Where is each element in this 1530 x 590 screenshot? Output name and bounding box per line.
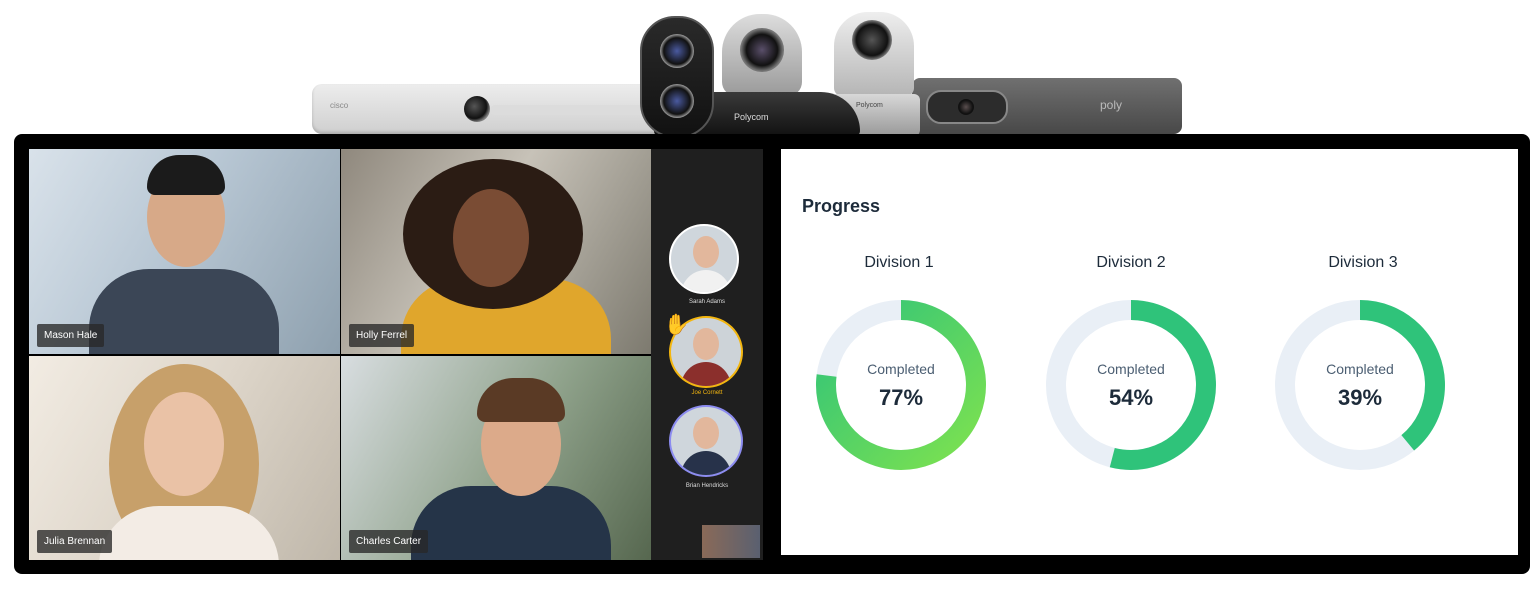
soundbar-camera-left: cisco (312, 84, 672, 134)
division-title: Division 1 (864, 254, 934, 271)
soundbar-camera-right: poly (912, 78, 1182, 134)
video-tile[interactable]: Holly Ferrel (341, 149, 651, 354)
participant-body (411, 486, 611, 560)
poly-logo: poly (1100, 98, 1123, 112)
completed-label: Completed (1326, 361, 1394, 377)
participant-name-tag: Holly Ferrel (349, 324, 415, 347)
video-tile[interactable]: Charles Carter (341, 356, 651, 560)
participant-name: Sarah Adams (688, 299, 726, 305)
camera-arm (490, 105, 660, 115)
participant-face (453, 189, 529, 287)
participant-avatar[interactable] (669, 224, 739, 294)
participant-name: Brian Hendricks (685, 483, 729, 489)
polycom-logo: Polycom (734, 112, 769, 122)
percent-value: 77% (878, 385, 924, 410)
completed-label: Completed (1097, 361, 1165, 377)
camera-lens (852, 20, 892, 60)
participant-name-tag: Mason Hale (37, 324, 105, 347)
cisco-logo: cisco (330, 101, 349, 110)
self-view-thumbnail[interactable] (702, 525, 760, 558)
raised-hand-icon: ✋ (664, 314, 689, 336)
participant-name-tag: Julia Brennan (37, 530, 113, 553)
division-title: Division 3 (1328, 254, 1398, 271)
video-tile[interactable]: Mason Hale (29, 149, 340, 354)
camera-lens (740, 28, 784, 72)
avatar-face (693, 328, 719, 360)
camera-lens (926, 90, 1008, 124)
ptz-camera-1 (722, 14, 802, 96)
completed-label: Completed (867, 361, 935, 377)
avatar-body (681, 362, 731, 386)
avatar-body (681, 451, 731, 475)
division-title: Division 2 (1096, 254, 1166, 271)
ptz-camera-2 (834, 12, 914, 96)
progress-title: Progress (802, 196, 881, 216)
camera-lens (660, 84, 694, 118)
dual-lens-camera (640, 16, 714, 138)
camera-lens (464, 96, 490, 122)
participant-hair (147, 155, 225, 195)
participant-sidebar: Sarah Adams Joe Cornett Brian Hendricks (651, 149, 763, 560)
participant-name-tag: Charles Carter (349, 530, 429, 553)
participant-hair (477, 378, 565, 422)
video-tile[interactable]: Julia Brennan (29, 356, 340, 560)
percent-value: 39% (1337, 385, 1383, 410)
avatar-face (693, 236, 719, 268)
participant-name: Joe Cornett (691, 390, 723, 396)
participant-face (144, 392, 224, 496)
avatar-body (681, 270, 731, 292)
polycom-logo: Polycom (856, 102, 883, 109)
camera-lens (660, 34, 694, 68)
percent-value: 54% (1108, 385, 1154, 410)
progress-panel: Progress Division 1 Completed 77% Divisi… (781, 149, 1518, 555)
participant-avatar[interactable] (669, 405, 743, 477)
participant-body (89, 269, 279, 354)
avatar-face (693, 417, 719, 449)
